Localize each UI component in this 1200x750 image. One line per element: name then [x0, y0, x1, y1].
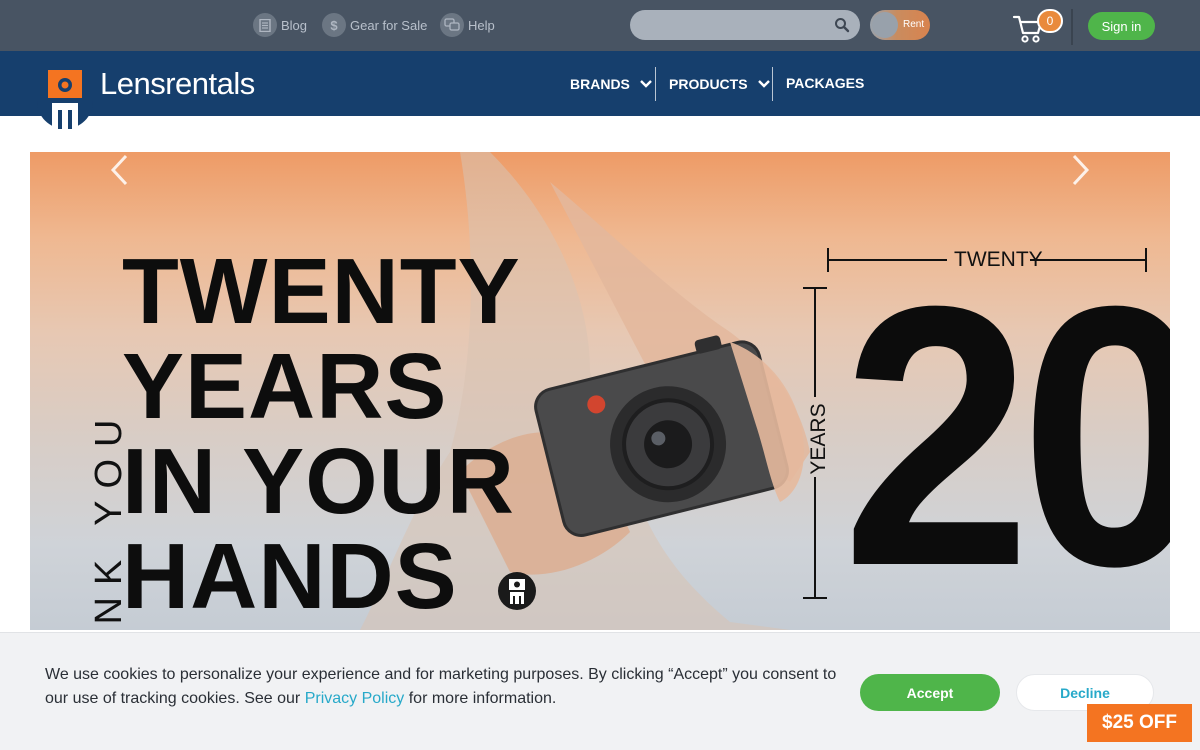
- big-number: 20: [842, 230, 1170, 630]
- toggle-knob[interactable]: [872, 12, 898, 38]
- cookie-banner: We use cookies to personalize your exper…: [0, 632, 1200, 750]
- headline-line: TWENTY: [122, 239, 521, 343]
- nav-divider: [655, 67, 656, 101]
- accept-button[interactable]: Accept: [860, 674, 1000, 711]
- sign-in-button[interactable]: Sign in: [1088, 12, 1155, 40]
- help-label: Help: [468, 17, 495, 33]
- privacy-policy-link[interactable]: Privacy Policy: [305, 690, 405, 707]
- cookie-message: We use cookies to personalize your exper…: [45, 663, 845, 711]
- brand-name[interactable]: Lensrentals: [100, 66, 255, 102]
- nav-divider: [772, 67, 773, 101]
- chevron-left-icon[interactable]: [106, 152, 132, 188]
- chat-icon: [440, 13, 464, 37]
- chevron-down-icon: [757, 80, 770, 88]
- hero-headline: TWENTY YEARS IN YOUR HANDS: [122, 244, 521, 624]
- dollar-icon: $: [322, 13, 346, 37]
- divider: [1071, 9, 1073, 45]
- headline-line: IN YOUR: [122, 429, 515, 533]
- lensrentals-logo-icon[interactable]: [48, 70, 84, 130]
- chevron-down-icon: [640, 80, 652, 88]
- toggle-label: Rent: [903, 19, 925, 30]
- cookie-text-after: for more information.: [404, 690, 557, 707]
- nav-products-label: PRODUCTS: [669, 76, 748, 92]
- search-input[interactable]: [630, 10, 860, 40]
- help-link[interactable]: Help: [440, 13, 495, 37]
- hero-carousel[interactable]: THANK YOU TWENTY YEARS IN YOUR HANDS TWE…: [30, 152, 1170, 630]
- nav-brands-label: BRANDS: [570, 76, 630, 92]
- lensrentals-badge-icon: [498, 572, 536, 610]
- promo-button[interactable]: $25 OFF: [1087, 704, 1192, 742]
- headline-line: YEARS: [122, 334, 448, 438]
- nav-products[interactable]: PRODUCTS: [669, 76, 770, 92]
- document-icon: [253, 13, 277, 37]
- headline-line: HANDS: [122, 524, 458, 628]
- chevron-right-icon[interactable]: [1068, 152, 1094, 188]
- search-icon[interactable]: [834, 17, 850, 33]
- cart-count-badge: 0: [1037, 9, 1063, 33]
- gear-for-sale-link[interactable]: $ Gear for Sale: [322, 13, 427, 37]
- years-label: YEARS: [807, 403, 830, 475]
- nav-packages-label: PACKAGES: [786, 75, 865, 91]
- gear-for-sale-label: Gear for Sale: [350, 17, 428, 33]
- blog-label: Blog: [281, 17, 308, 33]
- rent-buy-toggle[interactable]: Rent: [870, 10, 930, 40]
- nav-brands[interactable]: BRANDS: [570, 76, 652, 92]
- nav-packages[interactable]: PACKAGES: [786, 75, 864, 91]
- blog-link[interactable]: Blog: [253, 13, 307, 37]
